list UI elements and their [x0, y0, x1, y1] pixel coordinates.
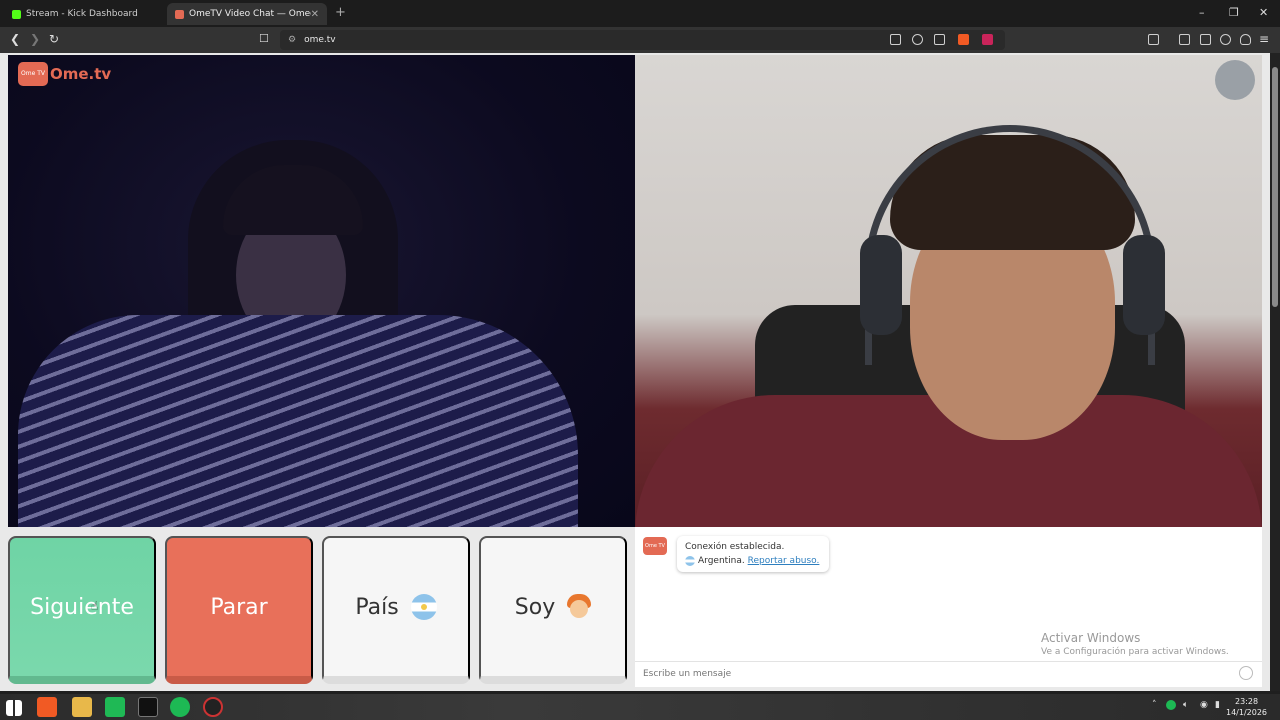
argentina-flag-icon — [685, 555, 695, 566]
site-info-icon[interactable]: ⚙ — [288, 35, 296, 45]
brave-shield-icon[interactable] — [958, 34, 969, 45]
screen-icon[interactable] — [890, 34, 901, 45]
tab-label: OmeTV Video Chat — Omegl — [189, 9, 311, 19]
country-name: Argentina. — [698, 556, 745, 566]
brave-rewards-icon[interactable] — [982, 34, 993, 45]
gender-button[interactable]: Soy — [479, 536, 627, 684]
self-video — [635, 55, 1262, 527]
volume-icon[interactable]: 🔈︎ — [1183, 700, 1188, 710]
bookmark-icon[interactable]: ☐ — [259, 32, 269, 45]
browser-tab-bar: Stream - Kick Dashboard OmeTV Video Chat… — [0, 0, 1280, 27]
tray-expand-icon[interactable]: ˄ — [1152, 700, 1157, 710]
leo-ai-icon[interactable] — [1220, 34, 1231, 45]
tab-kick-dashboard[interactable]: Stream - Kick Dashboard — [4, 3, 164, 25]
kick-taskbar-icon[interactable] — [105, 697, 125, 717]
page-scrollbar[interactable] — [1270, 53, 1280, 691]
spotify-tray-icon[interactable] — [1166, 700, 1176, 710]
country-button[interactable]: País — [322, 536, 470, 684]
brave-taskbar-icon[interactable] — [37, 697, 57, 717]
reload-icon[interactable]: ↻ — [49, 32, 59, 46]
stop-button-label: Parar — [210, 594, 268, 620]
url-text: ome.tv — [304, 35, 336, 45]
windows-taskbar — [0, 694, 1280, 720]
chat-input-divider — [635, 661, 1262, 662]
windows-activation-watermark: Activar Windows Ve a Configuración para … — [1041, 631, 1229, 657]
connection-status: Conexión establecida. — [685, 542, 785, 552]
message-input[interactable] — [643, 667, 1223, 681]
address-toolbar: ❮ ❯ ↻ ☐ ⚙ ome.tv ≡ — [0, 27, 1280, 53]
country-line: Argentina. Reportar abuso. — [685, 554, 821, 568]
file-explorer-icon[interactable] — [72, 697, 92, 717]
menu-icon[interactable]: ≡ — [1259, 32, 1269, 46]
ometv-chat-icon: Ome TV — [643, 537, 667, 555]
watermark-title: Activar Windows — [1041, 631, 1141, 645]
logo-text: Ome.tv — [50, 65, 112, 83]
system-message: Conexión establecida. Argentina. Reporta… — [677, 536, 829, 572]
start-icon[interactable] — [6, 700, 22, 716]
tab-label: Stream - Kick Dashboard — [26, 9, 138, 19]
gender-button-label: Soy — [514, 594, 556, 620]
wallet-icon[interactable] — [1200, 34, 1211, 45]
next-button[interactable]: Siguiente — [8, 536, 156, 684]
boy-face-icon — [567, 594, 592, 620]
ometv-icon — [175, 9, 184, 19]
mouse-cursor-icon: ☝ — [91, 599, 99, 613]
kick-icon — [12, 9, 21, 19]
scroll-thumb[interactable] — [1272, 67, 1278, 307]
logo-badge: Ome TV — [18, 62, 48, 86]
back-icon[interactable]: ❮ — [10, 32, 20, 46]
watermark-subtitle: Ve a Configuración para activar Windows. — [1041, 647, 1229, 657]
tab-ometv[interactable]: OmeTV Video Chat — Omegl ✕ — [167, 3, 327, 25]
ometv-logo: Ome TV Ome.tv — [18, 62, 111, 86]
new-tab-button[interactable]: + — [335, 5, 346, 20]
forward-icon[interactable]: ❯ — [30, 32, 40, 46]
next-button-label: Siguiente — [30, 594, 134, 620]
stranger-video — [8, 55, 635, 527]
stop-button[interactable]: Parar — [165, 536, 313, 684]
emoji-icon[interactable] — [1239, 666, 1253, 680]
share-icon[interactable] — [934, 34, 945, 45]
network-icon[interactable]: ◉ — [1200, 700, 1208, 710]
close-tab-icon[interactable]: ✕ — [311, 9, 319, 20]
sidebar-icon[interactable] — [1179, 34, 1190, 45]
argentina-flag-icon — [410, 594, 437, 620]
taskbar-clock[interactable]: 23:28 14/1/2026 — [1226, 696, 1267, 718]
obs-icon[interactable] — [203, 697, 223, 717]
screenshot-icon[interactable] — [1148, 34, 1159, 45]
close-window-button[interactable]: ✕ — [1259, 6, 1268, 19]
restore-button[interactable]: ❐ — [1229, 6, 1239, 19]
epic-games-icon[interactable] — [138, 697, 158, 717]
vpn-icon[interactable] — [1240, 34, 1251, 45]
microphone-icon[interactable]: ▮ — [1215, 700, 1220, 710]
spotify-icon[interactable] — [170, 697, 190, 717]
minimize-button[interactable]: – — [1199, 6, 1205, 19]
country-button-label: País — [355, 594, 399, 620]
translate-icon[interactable] — [912, 34, 923, 45]
clock-time: 23:28 — [1234, 697, 1259, 706]
report-abuse-link[interactable]: Reportar abuso. — [748, 556, 820, 566]
clock-date: 14/1/2026 — [1226, 708, 1268, 717]
